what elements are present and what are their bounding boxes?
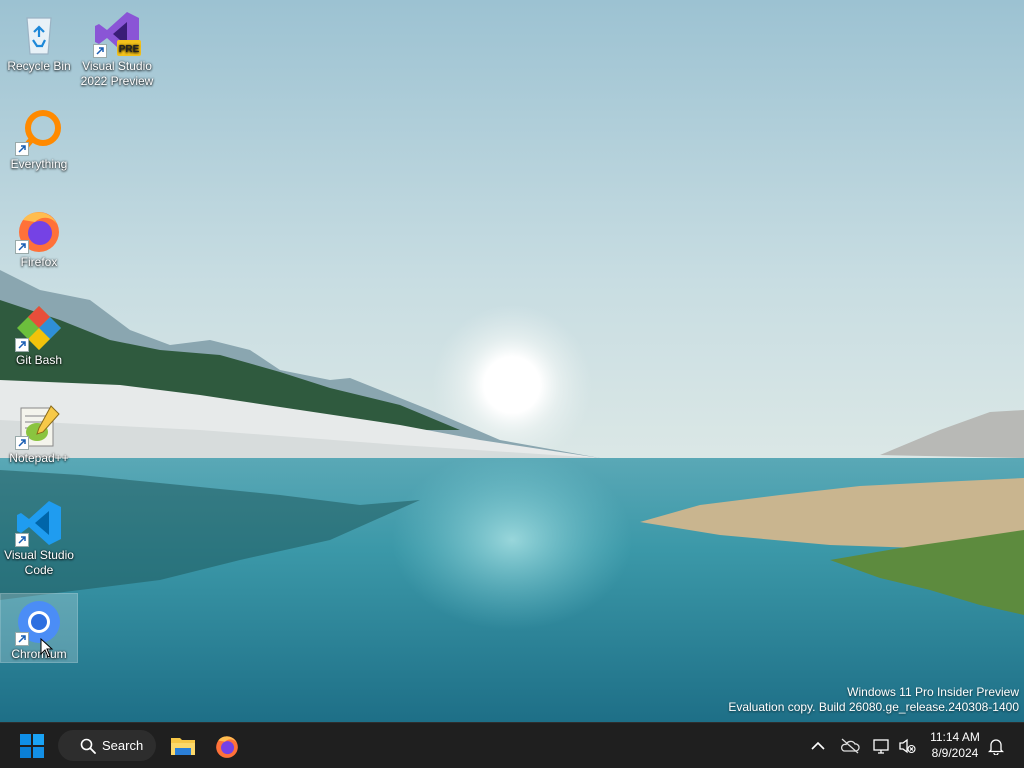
vscode-icon — [15, 499, 63, 547]
shortcut-arrow-icon — [93, 44, 107, 58]
watermark-edition: Windows 11 Pro Insider Preview — [847, 685, 1019, 699]
preview-badge: PRE — [119, 44, 140, 55]
onedrive-offline-icon — [840, 738, 860, 754]
firefox-icon — [216, 736, 238, 758]
mouse-cursor-icon — [40, 638, 54, 658]
desktop-icon-everything[interactable]: Everything — [1, 104, 77, 172]
desktop-icon-label: Recycle Bin — [7, 59, 71, 73]
everything-search-icon — [15, 108, 63, 156]
windows-watermark: Windows 11 Pro Insider Preview Evaluatio… — [728, 685, 1019, 715]
git-bash-icon — [15, 304, 63, 352]
desktop-icon-label: Firefox — [20, 255, 58, 269]
firefox-icon — [15, 206, 63, 254]
desktop-icon-label: Visual Studio 2022 Preview — [80, 59, 154, 88]
desktop-icon-label: Chromium — [11, 647, 67, 661]
taskbar-clock[interactable]: 11:14 AM 8/9/2024 — [925, 729, 985, 761]
desktop-icon-vscode[interactable]: Visual Studio Code — [1, 495, 77, 578]
shortcut-arrow-icon — [15, 142, 29, 156]
desktop-icon-notepad-plus-plus[interactable]: Notepad++ — [1, 398, 77, 466]
notepad-plus-plus-icon — [15, 402, 63, 450]
desktop-icon-label: Visual Studio Code — [4, 548, 74, 577]
clock-time: 11:14 AM — [930, 730, 980, 744]
notifications-button[interactable] — [985, 735, 1007, 757]
desktop-wallpaper — [0, 0, 1024, 722]
clock-date: 8/9/2024 — [931, 746, 979, 760]
chromium-icon — [15, 598, 63, 646]
taskbar: Search 11:14 AM 8/9/2024 — [0, 722, 1024, 768]
shortcut-arrow-icon — [15, 436, 29, 450]
taskbar-file-explorer[interactable] — [163, 728, 203, 764]
shortcut-arrow-icon — [15, 632, 29, 646]
desktop-icon-visual-studio-preview[interactable]: PRE Visual Studio 2022 Preview — [79, 6, 155, 89]
notifications-icon — [988, 739, 1004, 755]
search-label: Search — [102, 738, 144, 753]
desktop-icon-firefox[interactable]: Firefox — [1, 202, 77, 270]
recycle-bin-icon — [15, 10, 63, 58]
show-hidden-icons-button[interactable] — [807, 735, 829, 757]
visual-studio-preview-icon: PRE — [93, 10, 141, 58]
taskbar-firefox[interactable] — [207, 728, 247, 764]
desktop-icon-chromium[interactable]: Chromium — [0, 593, 78, 663]
network-tray-button[interactable] — [870, 735, 892, 757]
search-icon — [80, 738, 96, 754]
onedrive-tray-button[interactable] — [839, 735, 861, 757]
desktop-icon-label: Everything — [10, 157, 68, 171]
taskbar-search-box[interactable]: Search — [58, 730, 156, 761]
network-icon — [873, 739, 889, 754]
shortcut-arrow-icon — [15, 338, 29, 352]
volume-muted-icon — [899, 738, 916, 754]
desktop-icon-recycle-bin[interactable]: Recycle Bin — [1, 6, 77, 74]
desktop-icon-label: Git Bash — [15, 353, 63, 367]
desktop-icon-git-bash[interactable]: Git Bash — [1, 300, 77, 368]
windows-start-icon — [20, 734, 44, 758]
watermark-build: Evaluation copy. Build 26080.ge_release.… — [728, 700, 1019, 714]
shortcut-arrow-icon — [15, 533, 29, 547]
volume-tray-button[interactable] — [896, 735, 918, 757]
file-explorer-icon — [171, 738, 195, 755]
start-button[interactable] — [12, 728, 52, 764]
chevron-up-icon — [811, 741, 825, 750]
desktop-icon-label: Notepad++ — [9, 451, 69, 465]
shortcut-arrow-icon — [15, 240, 29, 254]
